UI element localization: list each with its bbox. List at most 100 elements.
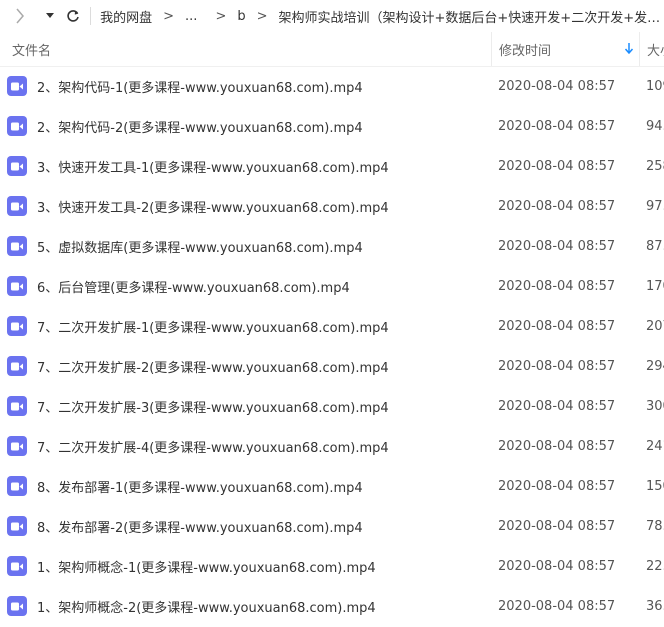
- breadcrumb-root[interactable]: 我的网盘: [100, 7, 152, 26]
- toolbar: 我的网盘 > ... > b > 架构师实战培训（架构设计+数据后台+快速开发+…: [0, 0, 664, 32]
- file-name-cell: 3、快速开发工具-2(更多课程-www.youxuan68.com).mp4: [0, 196, 491, 216]
- caret-down-icon[interactable]: [42, 4, 58, 28]
- video-file-icon: [7, 276, 27, 296]
- video-file-icon: [7, 396, 27, 416]
- breadcrumb-ellipsis[interactable]: ...: [185, 9, 197, 24]
- file-row[interactable]: 7、二次开发扩展-3(更多课程-www.youxuan68.com).mp4 20…: [0, 386, 664, 426]
- file-name-cell: 7、二次开发扩展-4(更多课程-www.youxuan68.com).mp4: [0, 436, 491, 456]
- file-size: 207: [646, 318, 664, 334]
- file-size: 300: [646, 398, 664, 414]
- file-row[interactable]: 2、架构代码-2(更多课程-www.youxuan68.com).mp4 2020…: [0, 106, 664, 146]
- file-size: 294: [646, 358, 664, 374]
- file-name-cell: 7、二次开发扩展-2(更多课程-www.youxuan68.com).mp4: [0, 356, 491, 376]
- file-modified: 2020-08-04 08:57: [498, 598, 616, 614]
- file-name[interactable]: 3、快速开发工具-2(更多课程-www.youxuan68.com).mp4: [37, 197, 389, 216]
- file-row[interactable]: 6、后台管理(更多课程-www.youxuan68.com).mp4 2020-0…: [0, 266, 664, 306]
- breadcrumb-b[interactable]: b: [237, 9, 245, 24]
- chevron-right-icon[interactable]: [10, 4, 30, 28]
- video-file-icon: [7, 556, 27, 576]
- file-name-cell: 1、架构师概念-2(更多课程-www.youxuan68.com).mp4: [0, 596, 491, 616]
- file-name[interactable]: 5、虚拟数据库(更多课程-www.youxuan68.com).mp4: [37, 237, 363, 256]
- file-modified: 2020-08-04 08:57: [498, 118, 616, 134]
- file-name[interactable]: 2、架构代码-1(更多课程-www.youxuan68.com).mp4: [37, 77, 363, 96]
- video-file-icon: [7, 516, 27, 536]
- file-modified: 2020-08-04 08:57: [498, 198, 616, 214]
- file-size: 94.: [646, 118, 664, 134]
- file-name[interactable]: 7、二次开发扩展-4(更多课程-www.youxuan68.com).mp4: [37, 437, 389, 456]
- file-modified: 2020-08-04 08:57: [498, 518, 616, 534]
- file-name[interactable]: 8、发布部署-2(更多课程-www.youxuan68.com).mp4: [37, 517, 363, 536]
- file-modified: 2020-08-04 08:57: [498, 78, 616, 94]
- file-modified: 2020-08-04 08:57: [498, 478, 616, 494]
- video-file-icon: [7, 596, 27, 616]
- file-name[interactable]: 1、架构师概念-1(更多课程-www.youxuan68.com).mp4: [37, 557, 376, 576]
- file-modified: 2020-08-04 08:57: [498, 278, 616, 294]
- file-row[interactable]: 3、快速开发工具-1(更多课程-www.youxuan68.com).mp4 20…: [0, 146, 664, 186]
- file-name[interactable]: 8、发布部署-1(更多课程-www.youxuan68.com).mp4: [37, 477, 363, 496]
- video-file-icon: [7, 156, 27, 176]
- file-name[interactable]: 6、后台管理(更多课程-www.youxuan68.com).mp4: [37, 277, 350, 296]
- file-size: 170: [646, 278, 664, 294]
- file-modified: 2020-08-04 08:57: [498, 318, 616, 334]
- file-name-cell: 3、快速开发工具-1(更多课程-www.youxuan68.com).mp4: [0, 156, 491, 176]
- file-row[interactable]: 7、二次开发扩展-2(更多课程-www.youxuan68.com).mp4 20…: [0, 346, 664, 386]
- video-file-icon: [7, 76, 27, 96]
- file-name-cell: 8、发布部署-2(更多课程-www.youxuan68.com).mp4: [0, 516, 491, 536]
- column-header-size[interactable]: 大小: [639, 32, 664, 66]
- file-row[interactable]: 3、快速开发工具-2(更多课程-www.youxuan68.com).mp4 20…: [0, 186, 664, 226]
- breadcrumb-separator: >: [256, 8, 268, 24]
- file-size: 97.: [646, 198, 664, 214]
- file-row[interactable]: 8、发布部署-2(更多课程-www.youxuan68.com).mp4 2020…: [0, 506, 664, 546]
- file-name-cell: 2、架构代码-1(更多课程-www.youxuan68.com).mp4: [0, 76, 491, 96]
- video-file-icon: [7, 316, 27, 336]
- arrow-down-icon: [624, 43, 634, 58]
- breadcrumb-separator: >: [215, 8, 227, 24]
- file-row[interactable]: 8、发布部署-1(更多课程-www.youxuan68.com).mp4 2020…: [0, 466, 664, 506]
- video-file-icon: [7, 436, 27, 456]
- file-size: 241: [646, 438, 664, 454]
- file-row[interactable]: 1、架构师概念-1(更多课程-www.youxuan68.com).mp4 202…: [0, 546, 664, 586]
- breadcrumb-separator: >: [163, 8, 175, 24]
- file-size: 78.: [646, 518, 664, 534]
- file-size: 22.: [646, 558, 664, 574]
- file-name[interactable]: 7、二次开发扩展-1(更多课程-www.youxuan68.com).mp4: [37, 317, 389, 336]
- column-header-name[interactable]: 文件名: [0, 32, 491, 66]
- file-size: 258: [646, 158, 664, 174]
- file-modified: 2020-08-04 08:57: [498, 238, 616, 254]
- video-file-icon: [7, 476, 27, 496]
- file-name-cell: 1、架构师概念-1(更多课程-www.youxuan68.com).mp4: [0, 556, 491, 576]
- file-list-header: 文件名 修改时间 大小: [0, 32, 664, 67]
- file-row[interactable]: 7、二次开发扩展-4(更多课程-www.youxuan68.com).mp4 20…: [0, 426, 664, 466]
- file-name[interactable]: 1、架构师概念-2(更多课程-www.youxuan68.com).mp4: [37, 597, 376, 616]
- file-name[interactable]: 7、二次开发扩展-2(更多课程-www.youxuan68.com).mp4: [37, 357, 389, 376]
- file-size: 87.: [646, 238, 664, 254]
- file-modified: 2020-08-04 08:57: [498, 158, 616, 174]
- file-size: 109: [646, 78, 664, 94]
- file-name-cell: 2、架构代码-2(更多课程-www.youxuan68.com).mp4: [0, 116, 491, 136]
- file-modified: 2020-08-04 08:57: [498, 398, 616, 414]
- breadcrumb-current[interactable]: 架构师实战培训（架构设计+数据后台+快速开发+二次开发+发布部署）...: [279, 7, 664, 26]
- file-list: 2、架构代码-1(更多课程-www.youxuan68.com).mp4 2020…: [0, 66, 664, 626]
- file-row[interactable]: 7、二次开发扩展-1(更多课程-www.youxuan68.com).mp4 20…: [0, 306, 664, 346]
- file-name[interactable]: 3、快速开发工具-1(更多课程-www.youxuan68.com).mp4: [37, 157, 389, 176]
- video-file-icon: [7, 196, 27, 216]
- file-row[interactable]: 5、虚拟数据库(更多课程-www.youxuan68.com).mp4 2020-…: [0, 226, 664, 266]
- file-name[interactable]: 7、二次开发扩展-3(更多课程-www.youxuan68.com).mp4: [37, 397, 389, 416]
- file-row[interactable]: 2、架构代码-1(更多课程-www.youxuan68.com).mp4 2020…: [0, 66, 664, 106]
- toolbar-divider: [90, 7, 92, 25]
- refresh-icon[interactable]: [64, 4, 84, 28]
- file-name-cell: 7、二次开发扩展-1(更多课程-www.youxuan68.com).mp4: [0, 316, 491, 336]
- file-name-cell: 6、后台管理(更多课程-www.youxuan68.com).mp4: [0, 276, 491, 296]
- column-header-modified-label: 修改时间: [499, 43, 552, 59]
- file-modified: 2020-08-04 08:57: [498, 438, 616, 454]
- file-modified: 2020-08-04 08:57: [498, 558, 616, 574]
- file-modified: 2020-08-04 08:57: [498, 358, 616, 374]
- video-file-icon: [7, 236, 27, 256]
- video-file-icon: [7, 116, 27, 136]
- file-name-cell: 8、发布部署-1(更多课程-www.youxuan68.com).mp4: [0, 476, 491, 496]
- file-name[interactable]: 2、架构代码-2(更多课程-www.youxuan68.com).mp4: [37, 117, 363, 136]
- file-row[interactable]: 1、架构师概念-2(更多课程-www.youxuan68.com).mp4 202…: [0, 586, 664, 626]
- column-header-modified[interactable]: 修改时间: [491, 32, 639, 66]
- file-name-cell: 7、二次开发扩展-3(更多课程-www.youxuan68.com).mp4: [0, 396, 491, 416]
- file-name-cell: 5、虚拟数据库(更多课程-www.youxuan68.com).mp4: [0, 236, 491, 256]
